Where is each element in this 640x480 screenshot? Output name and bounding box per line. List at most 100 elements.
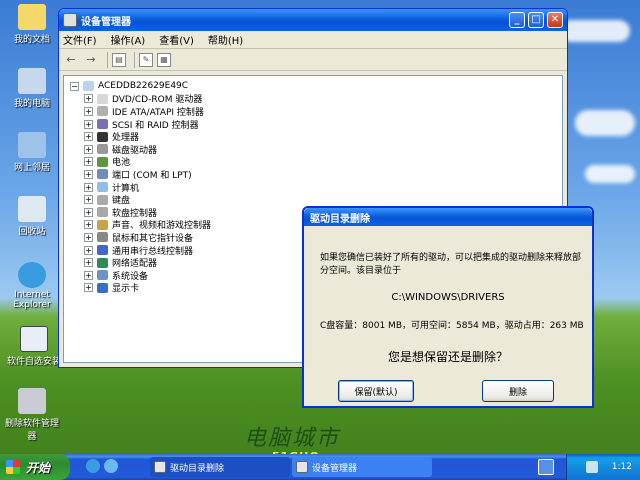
expand-icon[interactable]: +	[84, 182, 93, 192]
tree-item-label: 磁盘驱动器	[112, 145, 158, 156]
tree-item-label: 网络适配器	[112, 259, 158, 270]
forward-arrow-icon[interactable]: →	[83, 52, 99, 68]
tree-item[interactable]: + 端口 (COM 和 LPT)	[70, 168, 556, 181]
tree-item[interactable]: + DVD/CD-ROM 驱动器	[70, 93, 556, 105]
tree-item-label: 电池	[112, 158, 131, 169]
toolbar-separator	[134, 51, 135, 68]
keep-button[interactable]: 保留(默认)	[338, 380, 414, 402]
tree-item[interactable]: + 计算机	[70, 181, 556, 194]
expand-icon[interactable]: +	[84, 270, 93, 280]
network-icon	[18, 132, 46, 158]
desktop-icon-uninstall-manager[interactable]: 删除软件管理器	[4, 388, 60, 442]
device-category-icon	[97, 257, 108, 268]
tree-item-label: 通用串行总线控制器	[112, 246, 194, 257]
tree-item[interactable]: + 电池	[70, 156, 556, 169]
expand-icon[interactable]: +	[84, 207, 93, 217]
tree-item-label: 键盘	[112, 196, 131, 207]
volume-icon[interactable]	[585, 461, 598, 473]
device-category-icon	[97, 219, 108, 230]
trash-can-icon	[18, 388, 46, 414]
expand-icon[interactable]: +	[84, 232, 93, 242]
toolbar: ← → ▤ ✎ ▦	[59, 49, 567, 71]
expand-icon[interactable]: +	[84, 283, 93, 293]
expand-icon[interactable]: +	[84, 94, 93, 104]
expand-icon[interactable]: +	[84, 258, 93, 268]
console-tree-icon[interactable]: ▤	[112, 52, 126, 67]
menu-view[interactable]: 查看(V)	[159, 32, 194, 47]
device-category-icon	[97, 131, 108, 142]
delete-button[interactable]: 删除	[482, 380, 554, 402]
device-category-icon	[97, 144, 108, 155]
monitor-icon	[20, 326, 48, 352]
taskbar: 开始 驱动目录删除 设备管理器 1:12	[0, 454, 640, 480]
tree-item[interactable]: + 磁盘驱动器	[70, 143, 556, 156]
cloud	[560, 20, 630, 42]
desktop-icon-internet-explorer[interactable]: Internet Explorer	[4, 262, 60, 310]
properties-icon[interactable]: ✎	[139, 52, 153, 67]
keep-button-label: 保留(默认)	[354, 387, 398, 398]
expand-icon[interactable]: +	[84, 195, 93, 205]
system-tray: 1:12	[566, 454, 640, 480]
tree-root-label: ACEDDB22629E49C	[98, 81, 189, 92]
tree-root[interactable]: − ACEDDB22629E49C	[70, 80, 556, 93]
window-title-bar[interactable]: 设备管理器 _ □ ✕	[59, 9, 567, 31]
cloud	[585, 165, 635, 183]
expand-icon[interactable]: +	[84, 144, 93, 154]
disk-info: C盘容量：8001 MB，可用空间：5854 MB，驱动占用：263 MB	[320, 321, 584, 331]
show-desktop-icon[interactable]	[104, 459, 118, 473]
desktop-icon-software-install[interactable]: 软件自选安装	[4, 326, 64, 367]
task-label: 驱动目录删除	[170, 463, 225, 474]
tree-item[interactable]: + 处理器	[70, 130, 556, 143]
start-button[interactable]: 开始	[0, 454, 70, 480]
help-icon[interactable]: ▦	[157, 52, 171, 67]
menu-file[interactable]: 文件(F)	[63, 32, 97, 47]
clock: 1:12	[611, 462, 632, 472]
tree-item[interactable]: + 键盘	[70, 193, 556, 206]
desktop-icon-my-computer[interactable]: 我的电脑	[4, 68, 60, 109]
device-category-icon	[97, 282, 108, 293]
expand-icon[interactable]: +	[84, 220, 93, 230]
device-category-icon	[97, 169, 108, 180]
tree-item-label: SCSI 和 RAID 控制器	[112, 120, 199, 131]
device-category-icon	[97, 119, 108, 130]
menu-help[interactable]: 帮助(H)	[208, 32, 243, 47]
computer-icon	[18, 68, 46, 94]
computer-icon	[83, 81, 94, 92]
desktop-icon-my-documents[interactable]: 我的文档	[4, 4, 60, 45]
dialog-title: 驱动目录删除	[310, 213, 370, 225]
expand-tray-icon[interactable]	[538, 459, 554, 475]
driver-path: C:\WINDOWS\DRIVERS	[391, 292, 505, 303]
expand-icon[interactable]: +	[84, 132, 93, 142]
windows-logo-icon	[6, 460, 20, 474]
device-category-icon	[97, 106, 108, 117]
delete-button-label: 删除	[508, 387, 527, 398]
tree-item-label: 系统设备	[112, 271, 149, 282]
expand-icon[interactable]: +	[84, 245, 93, 255]
tree-item[interactable]: + SCSI 和 RAID 控制器	[70, 118, 556, 131]
task-driver-delete[interactable]: 驱动目录删除	[150, 457, 290, 477]
desktop-icon-recycle-bin[interactable]: 回收站	[4, 196, 60, 237]
expand-icon[interactable]: +	[84, 119, 93, 129]
expand-icon[interactable]: +	[84, 169, 93, 179]
minimize-button[interactable]: _	[509, 12, 525, 28]
maximize-button[interactable]: □	[528, 12, 544, 28]
device-category-icon	[97, 232, 108, 243]
device-category-icon	[97, 93, 108, 104]
device-category-icon	[97, 245, 108, 256]
tree-item[interactable]: + IDE ATA/ATAPI 控制器	[70, 105, 556, 118]
collapse-icon[interactable]: −	[70, 81, 79, 91]
dialog-title-bar[interactable]: 驱动目录删除	[304, 208, 592, 226]
back-arrow-icon[interactable]: ←	[63, 52, 79, 68]
start-label: 开始	[26, 460, 51, 475]
close-button[interactable]: ✕	[547, 12, 563, 28]
expand-icon[interactable]: +	[84, 157, 93, 167]
internet-explorer-icon[interactable]	[86, 459, 100, 473]
expand-icon[interactable]: +	[84, 106, 93, 116]
task-device-manager[interactable]: 设备管理器	[292, 457, 432, 477]
device-category-icon	[97, 270, 108, 281]
tree-item-label: 计算机	[112, 183, 140, 194]
desktop-icon-network[interactable]: 网上邻居	[4, 132, 60, 173]
task-label: 设备管理器	[312, 463, 358, 474]
desktop-icon-label: 回收站	[18, 227, 46, 237]
menu-action[interactable]: 操作(A)	[111, 32, 146, 47]
